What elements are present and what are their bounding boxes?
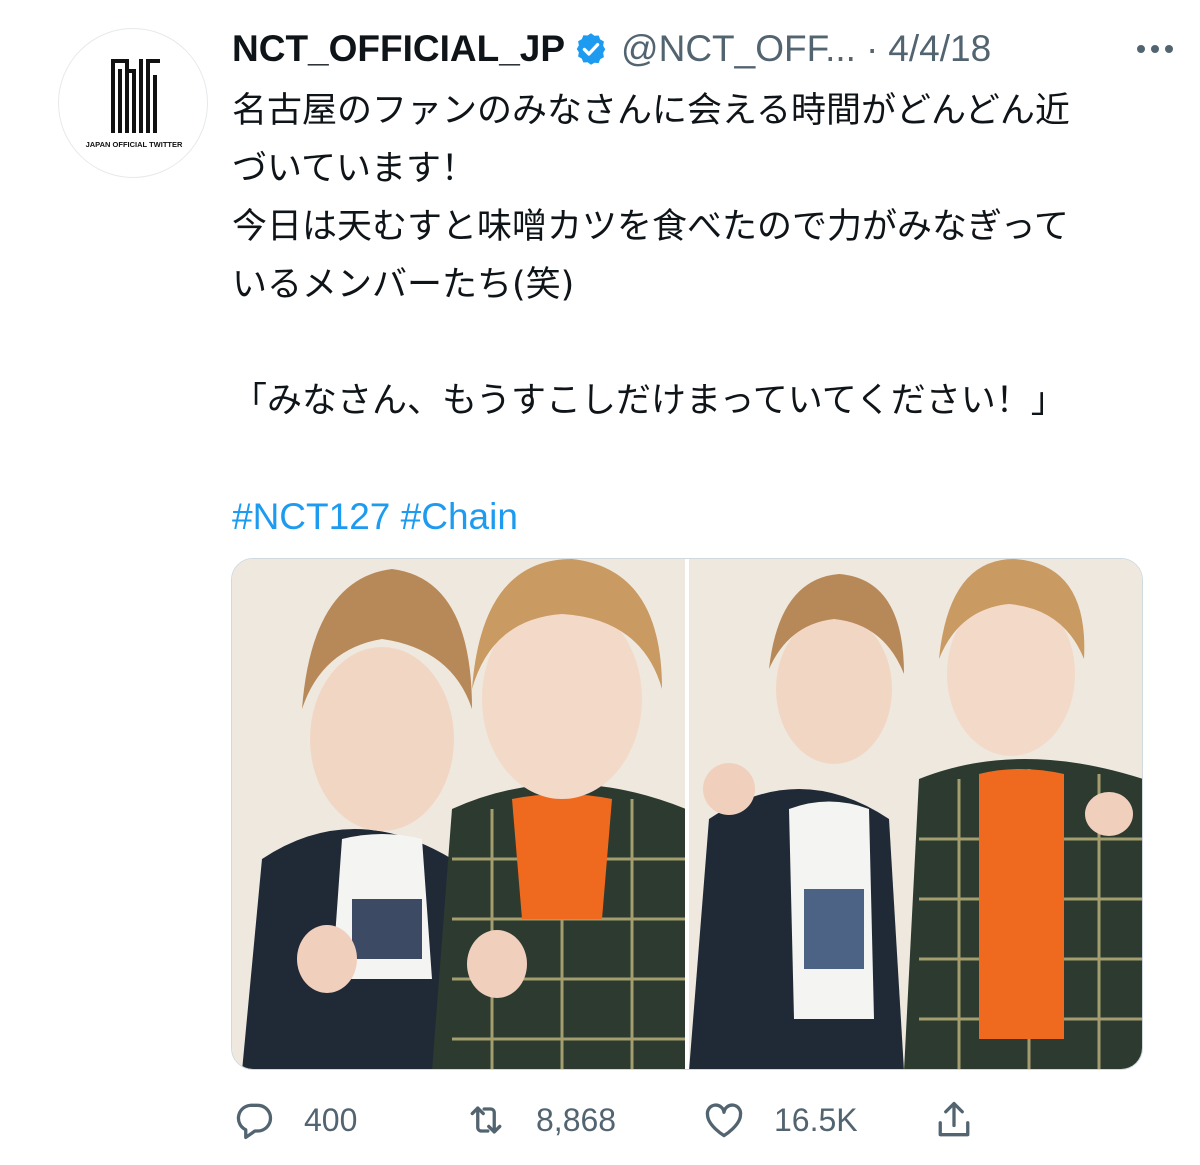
tweet-text: 名古屋のファンのみなさんに会える時間がどんどん近 づいています！ 今日は天むすと… — [232, 82, 1162, 546]
display-name[interactable]: NCT_OFFICIAL_JP — [232, 28, 565, 70]
photo-2[interactable] — [689, 559, 1142, 1069]
tweet-line: 今日は天むすと味噌カツを食べたので力がみなぎって — [232, 207, 1069, 247]
tweet-actions: 400 8,868 16.5K — [232, 1090, 992, 1150]
reply-icon — [236, 1103, 273, 1140]
hashtag-link[interactable]: #Chain — [401, 496, 518, 537]
tweet-line: づいています！ — [232, 149, 476, 189]
retweet-button[interactable]: 8,868 — [464, 1090, 616, 1150]
tweet-line: 名古屋のファンのみなさんに会える時間がどんどん近 — [232, 91, 1070, 131]
like-count: 16.5K — [774, 1101, 858, 1138]
share-button[interactable] — [932, 1090, 976, 1150]
tweet-line: 「みなさん、もうすこしだけまっていてください！」 — [232, 381, 1066, 421]
nct-logo-icon: JAPAN OFFICIAL TWITTER — [86, 59, 183, 149]
heart-icon — [705, 1103, 743, 1138]
hashtags: #NCT127 #Chain — [232, 488, 1162, 546]
like-button[interactable]: 16.5K — [702, 1090, 858, 1150]
verified-badge-icon — [573, 31, 609, 67]
hashtag-link[interactable]: #NCT127 — [232, 496, 390, 537]
retweet-count: 8,868 — [536, 1101, 617, 1138]
retweet-icon — [470, 1106, 502, 1134]
tweet-date[interactable]: 4/4/18 — [888, 28, 991, 70]
tweet[interactable]: JAPAN OFFICIAL TWITTER NCT_OFFICIAL_JP @… — [0, 0, 1200, 1165]
avatar-caption: JAPAN OFFICIAL TWITTER — [86, 140, 183, 149]
media-grid — [231, 558, 1143, 1070]
share-icon — [938, 1101, 970, 1137]
photo-1[interactable] — [232, 559, 685, 1069]
avatar[interactable]: JAPAN OFFICIAL TWITTER — [58, 28, 208, 178]
handle[interactable]: @NCT_OFF... — [621, 28, 856, 70]
more-icon[interactable] — [1133, 32, 1177, 66]
separator-dot: · — [865, 28, 879, 69]
reply-count: 400 — [304, 1101, 358, 1138]
reply-button[interactable]: 400 — [232, 1090, 357, 1150]
tweet-header: NCT_OFFICIAL_JP @NCT_OFF... · 4/4/18 — [232, 22, 1177, 76]
tweet-line: いるメンバーたち(笑) — [232, 265, 575, 305]
